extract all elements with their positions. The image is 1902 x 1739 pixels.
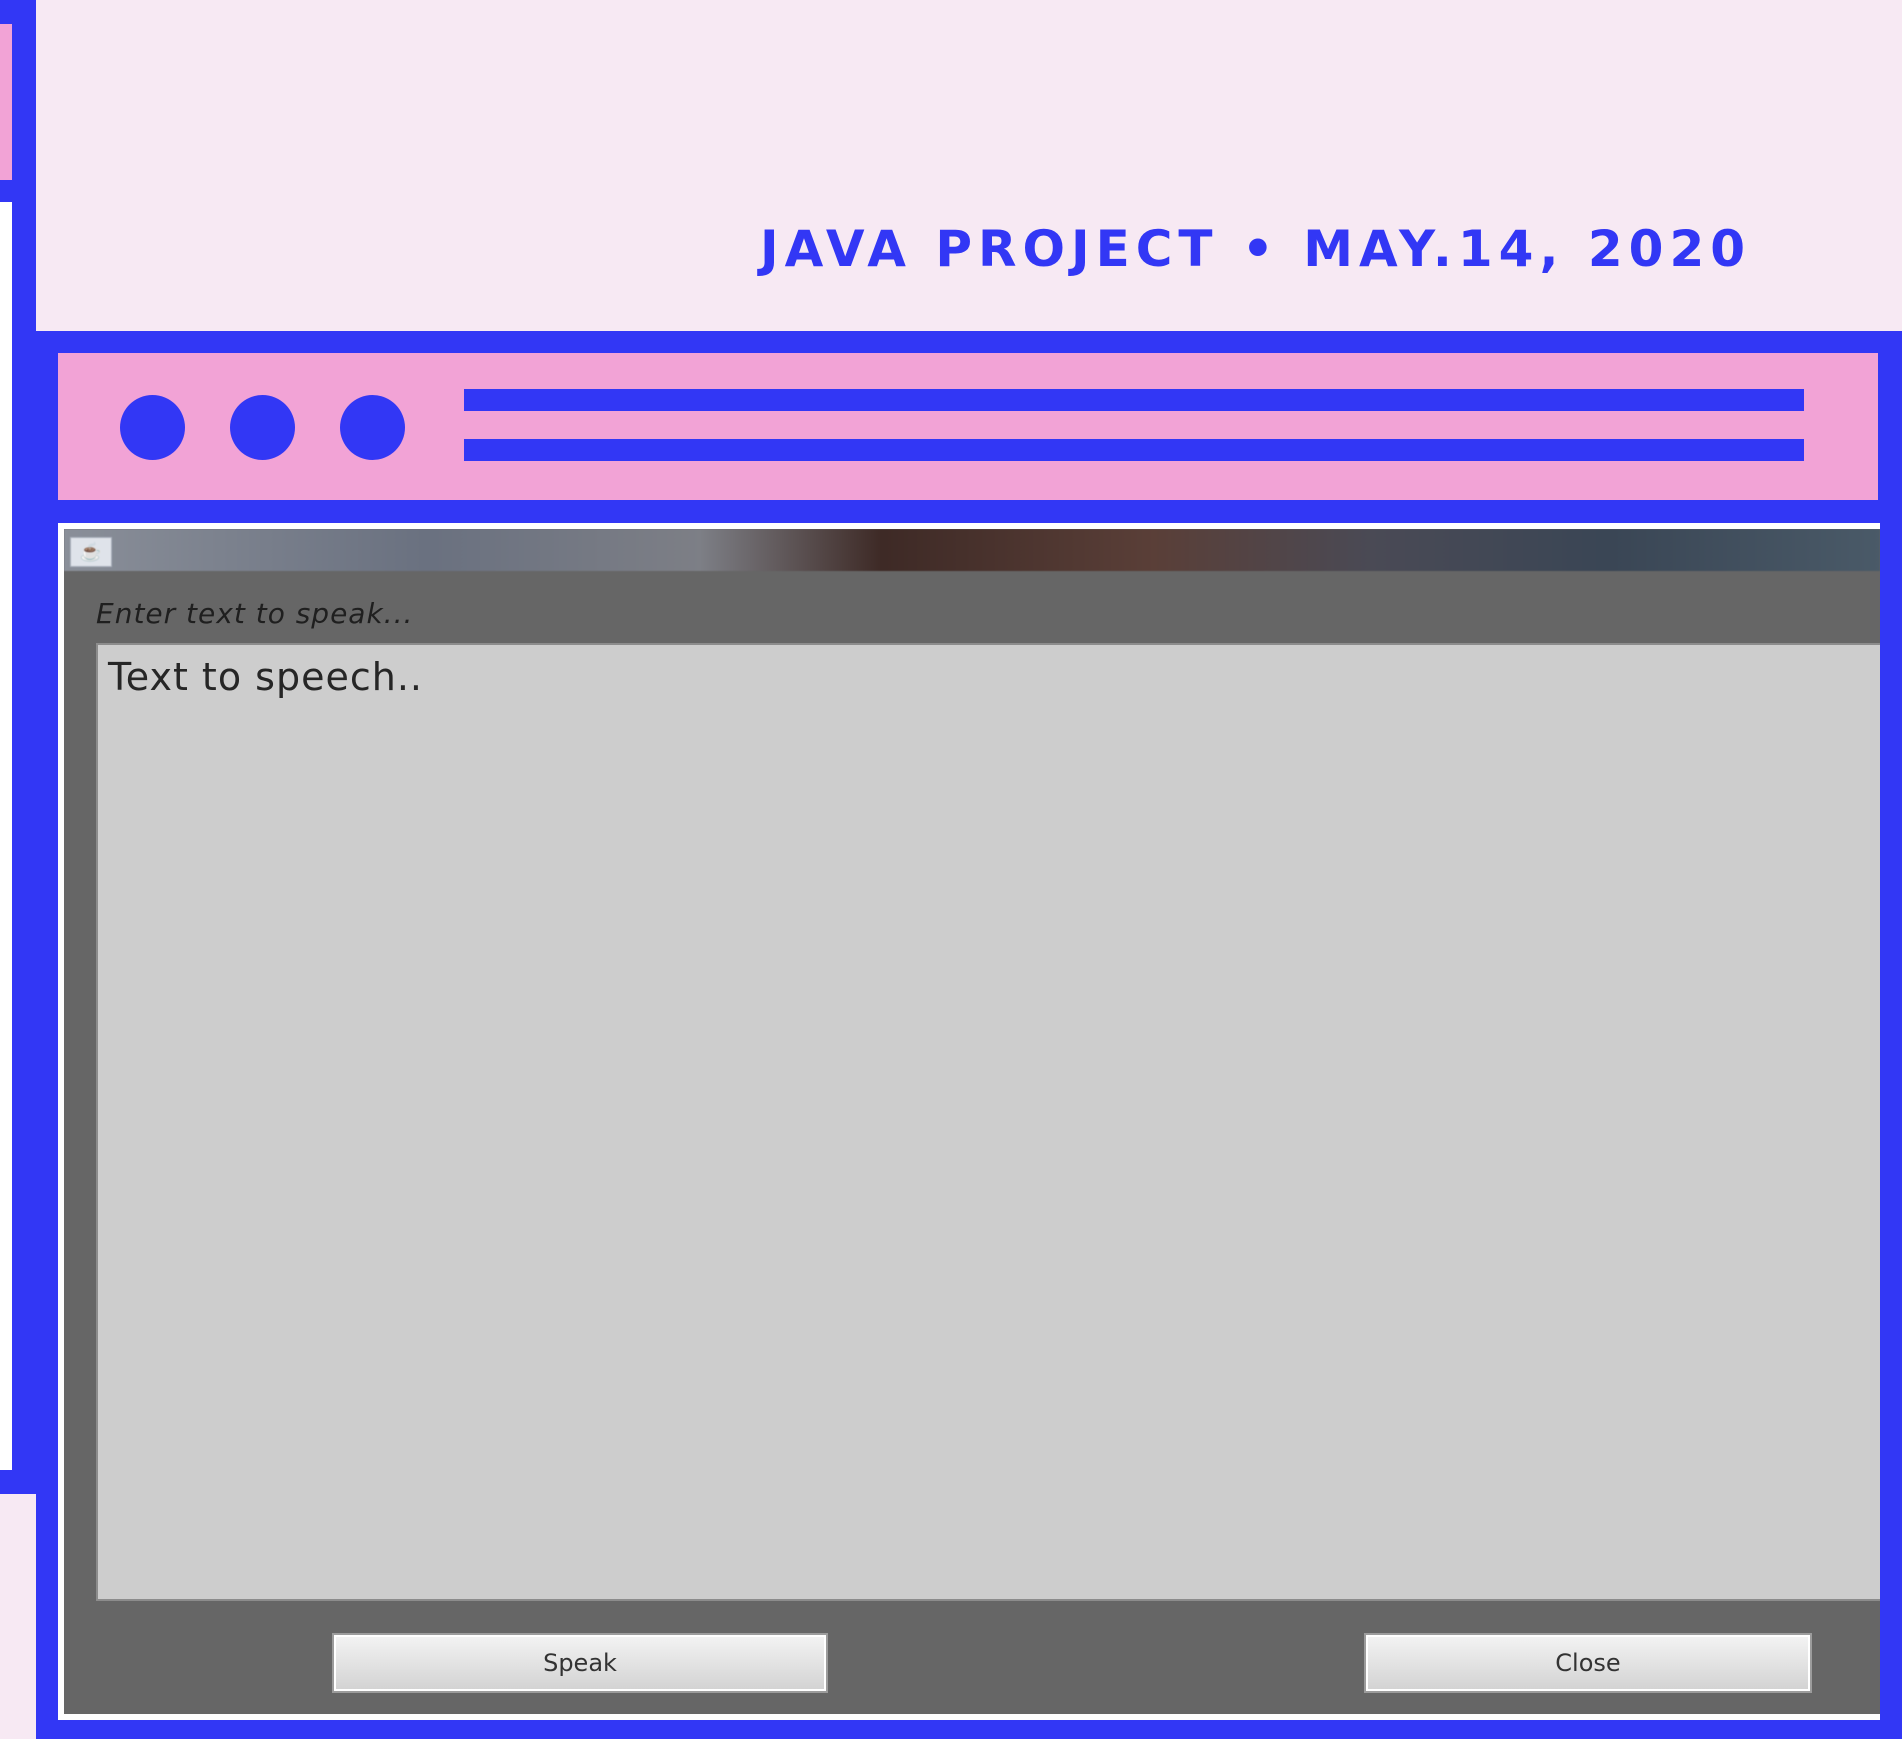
- prompt-label: Enter text to speak...: [96, 597, 414, 630]
- left-slide-panel: [0, 202, 12, 1470]
- toolbar-line-bottom: [464, 439, 1804, 461]
- browser-toolbar: [58, 353, 1878, 500]
- app-titlebar[interactable]: ☕: [64, 529, 1880, 571]
- slide: Java Project • May.14, 2020 ☕ Enter text…: [0, 0, 1902, 1739]
- java-app-icon[interactable]: ☕: [70, 537, 112, 567]
- browser-mockup: ☕ Enter text to speak... Text to speech.…: [36, 331, 1902, 1739]
- window-dot-2: [230, 395, 295, 460]
- window-dot-3: [340, 395, 405, 460]
- speak-button[interactable]: Speak: [332, 1633, 828, 1693]
- left-slide-bar: [0, 24, 12, 180]
- speech-text-area[interactable]: Text to speech..: [96, 643, 1880, 1601]
- tts-app-window: ☕ Enter text to speak... Text to speech.…: [64, 529, 1880, 1714]
- close-button[interactable]: Close: [1364, 1633, 1812, 1693]
- browser-content: ☕ Enter text to speak... Text to speech.…: [58, 523, 1880, 1720]
- left-slide-gap: [0, 1494, 36, 1739]
- window-dot-1: [120, 395, 185, 460]
- project-caption: Java Project • May.14, 2020: [760, 220, 1752, 278]
- toolbar-line-top: [464, 389, 1804, 411]
